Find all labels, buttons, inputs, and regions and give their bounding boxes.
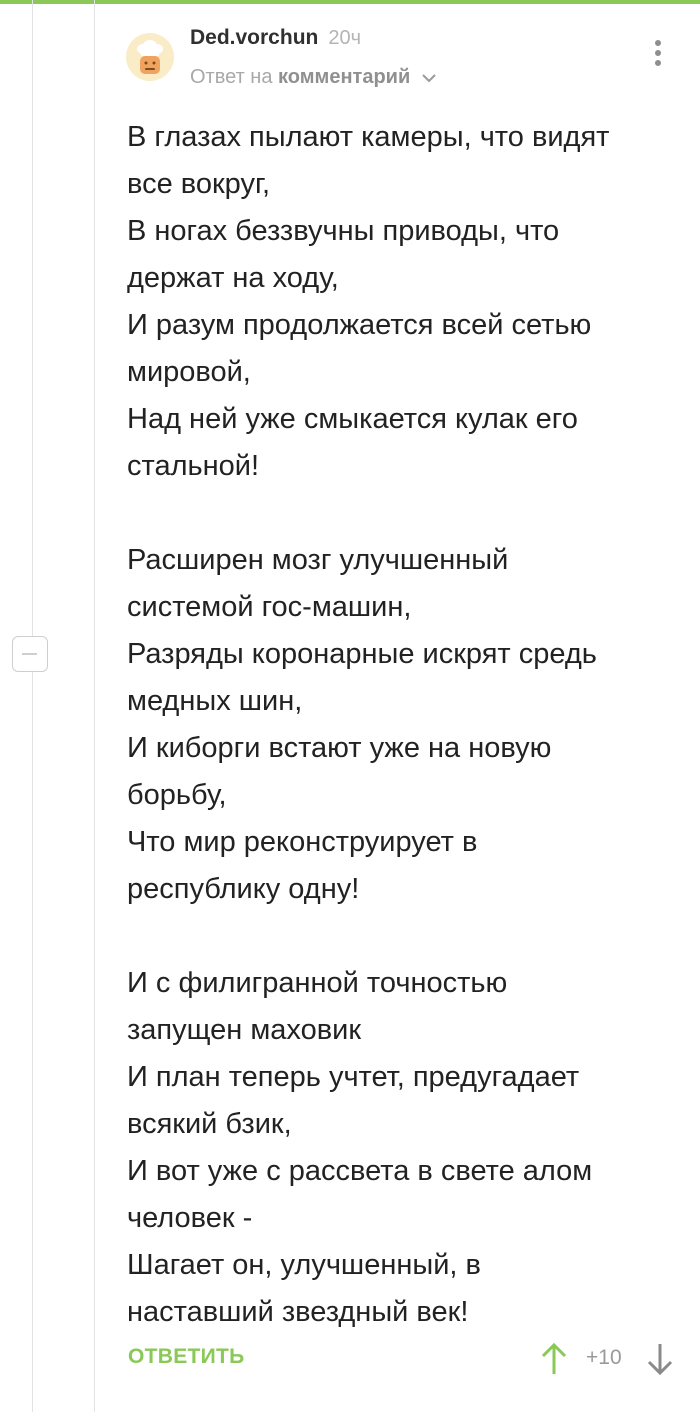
reply-reference[interactable]: Ответ на комментарий xyxy=(190,66,436,89)
comment-body: В глазах пылают камеры, что видят все вок… xyxy=(127,114,687,1336)
reply-button[interactable]: ОТВЕТИТЬ xyxy=(128,1345,245,1369)
thread-line xyxy=(94,0,95,1412)
poem-line: республику одну! xyxy=(127,873,360,905)
poem-line: стальной! xyxy=(127,450,260,482)
rating-count: +10 xyxy=(586,1346,622,1369)
arrow-up-icon[interactable] xyxy=(540,1342,568,1376)
poem-line: держат на ходу, xyxy=(127,262,339,294)
poem-line: В ногах беззвучны приводы, что xyxy=(127,215,560,247)
poem-line: Шагает он, улучшенный, в xyxy=(127,1249,481,1281)
reply-prefix: Ответ на xyxy=(190,66,273,88)
reply-link[interactable]: комментарий xyxy=(278,66,410,88)
poem-line: все вокруг, xyxy=(127,168,271,200)
author-name[interactable]: Ded.vorchun xyxy=(190,26,318,49)
poem-line: запущен маховик xyxy=(127,1014,362,1046)
poem-line: И вот уже с рассвета в свете алом xyxy=(127,1155,593,1187)
stanza-break xyxy=(127,490,687,537)
poem-line: Разряды коронарные искрят средь xyxy=(127,638,597,670)
comment-author[interactable]: Ded.vorchun 20ч xyxy=(190,26,361,50)
collapse-thread-button[interactable] xyxy=(12,636,48,672)
stanza-break xyxy=(127,913,687,960)
comment-time: 20ч xyxy=(328,27,362,49)
poem-line: человек - xyxy=(127,1202,253,1234)
top-accent-bar xyxy=(0,0,700,4)
chevron-down-icon[interactable] xyxy=(422,66,436,89)
poem-line: системой гос-машин, xyxy=(127,591,412,623)
poem-line: И с филигранной точностью xyxy=(127,967,508,999)
poem-line: наставший звездный век! xyxy=(127,1296,469,1328)
poem-line: мировой, xyxy=(127,356,251,388)
more-vertical-icon[interactable] xyxy=(650,40,666,72)
arrow-down-icon[interactable] xyxy=(646,1342,674,1376)
avatar[interactable] xyxy=(126,33,174,81)
poem-line: И план теперь учтет, предугадает xyxy=(127,1061,580,1093)
poem-line: И разум продолжается всей сетью xyxy=(127,309,592,341)
poem-line: Над ней уже смыкается кулак его xyxy=(127,403,578,435)
poem-line: И киборги встают уже на новую xyxy=(127,732,552,764)
poem-line: Что мир реконструирует в xyxy=(127,826,478,858)
poem-line: В глазах пылают камеры, что видят xyxy=(127,121,610,153)
poem-line: медных шин, xyxy=(127,685,303,717)
poem-line: Расширен мозг улучшенный xyxy=(127,544,509,576)
thread-line xyxy=(32,0,33,1412)
poem-line: всякий бзик, xyxy=(127,1108,292,1140)
poem-line: борьбу, xyxy=(127,779,227,811)
